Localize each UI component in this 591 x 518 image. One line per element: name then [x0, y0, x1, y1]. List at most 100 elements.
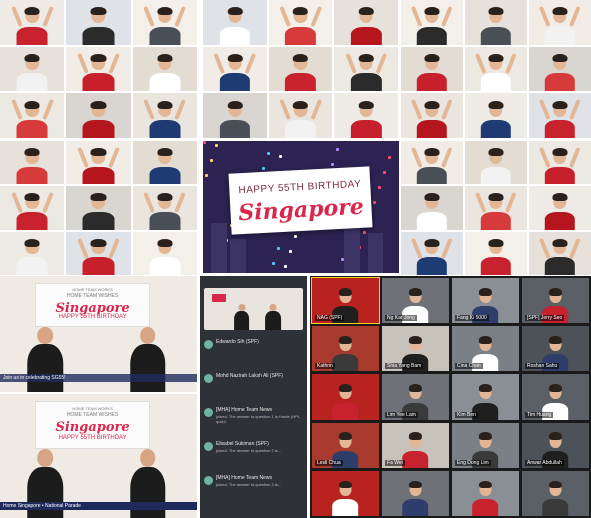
arm-shape: [441, 99, 453, 121]
hair-shape: [339, 287, 352, 296]
hair-shape: [479, 480, 492, 489]
video-tile: [132, 231, 197, 275]
screen-small-text: HOME TEAM WORKS: [72, 406, 113, 412]
shirt-shape: [332, 354, 359, 372]
presenter-body: [27, 466, 64, 518]
hair-shape: [488, 148, 504, 157]
shirt-shape: [417, 119, 447, 138]
video-tile: [529, 46, 591, 92]
shirt-shape: [472, 498, 499, 516]
hair-shape: [409, 287, 422, 296]
lower-third-bar: Home Singapore • National Parade: [0, 502, 197, 510]
participant-tile[interactable]: [SPF] Jerry Seo: [522, 278, 589, 324]
participant-tile[interactable]: Kathrin: [312, 326, 379, 372]
participant-figure: [329, 381, 363, 420]
confetti-shape: [210, 159, 213, 162]
participant-tile[interactable]: [312, 374, 379, 420]
shirt-shape: [545, 119, 575, 138]
shirt-shape: [82, 212, 115, 230]
arm-shape: [411, 99, 423, 121]
participant-name: NAG (SPF): [315, 315, 345, 322]
birthday-banner: HAPPY 55TH BIRTHDAY Singapore: [203, 141, 399, 273]
participant-figure: [413, 50, 451, 92]
presenter-head: [139, 327, 156, 344]
participant-tile[interactable]: [452, 470, 519, 516]
participant-name: Ng Kar Jong: [385, 315, 417, 322]
hair-shape: [157, 193, 173, 202]
participant-tile[interactable]: Fang Ki 5000: [452, 278, 519, 324]
participant-figure: [143, 4, 187, 45]
confetti-shape: [279, 155, 282, 158]
participant-name: Fang Ki 5000: [455, 315, 489, 322]
video-tile: [132, 93, 197, 138]
participant-tile[interactable]: Cina Chan: [452, 326, 519, 372]
video-tile: [66, 93, 131, 138]
hair-shape: [157, 53, 173, 63]
hair-shape: [339, 480, 352, 489]
participant-tile[interactable]: Lim Yee Lam: [382, 374, 449, 420]
collage-panel-middle-right: [401, 141, 591, 275]
hair-shape: [488, 238, 504, 247]
hair-shape: [339, 336, 352, 344]
arm-shape: [41, 6, 54, 28]
hair-shape: [409, 480, 422, 489]
hair-shape: [227, 100, 243, 109]
screen-line-text: HOME TEAM WISHES: [66, 412, 119, 419]
participant-tile[interactable]: Shia Yang Bam: [382, 326, 449, 372]
hair-shape: [227, 53, 243, 63]
participant-tile[interactable]: Lesli Chua: [312, 422, 379, 468]
shirt-shape: [481, 166, 511, 185]
participant-tile[interactable]: Ng Kar Jong: [382, 278, 449, 324]
confetti-shape: [363, 231, 366, 234]
confetti-shape: [383, 171, 386, 174]
arm-shape: [375, 52, 388, 75]
hair-shape: [549, 432, 562, 441]
presenter-body: [233, 310, 250, 330]
participant-tile[interactable]: Fa Wei: [382, 422, 449, 468]
hair-shape: [549, 336, 562, 344]
arm-shape: [411, 237, 423, 259]
avatar: [204, 374, 213, 383]
participant-tile[interactable]: [312, 470, 379, 516]
participant-tile[interactable]: Roshan Sahu: [522, 326, 589, 372]
participant-grid: NAG (SPF) Ng Kar Jong Fang Ki 5000 [SPF] Je…: [310, 276, 591, 518]
participant-tile[interactable]: [522, 470, 589, 516]
hair-shape: [549, 480, 562, 489]
arm-shape: [441, 6, 453, 28]
video-grid: [401, 0, 591, 138]
participant-tile[interactable]: Eng Dong Lim: [452, 422, 519, 468]
chat-author: [MHA] Home Team News: [216, 407, 273, 413]
presenter-left: [27, 327, 64, 392]
participant-figure: [281, 50, 320, 92]
video-tile: [401, 231, 463, 275]
participant-tile[interactable]: Tim Huang: [522, 374, 589, 420]
collage-panel-top-right: [401, 0, 591, 138]
presenter-head: [37, 327, 54, 344]
arm-shape: [174, 6, 187, 28]
video-tile: [465, 231, 527, 275]
participant-name: Fa Wei: [385, 459, 405, 466]
participant-tile[interactable]: Anwar Abdullah: [522, 422, 589, 468]
hair-shape: [157, 7, 173, 16]
hair-shape: [227, 7, 243, 16]
shirt-shape: [82, 26, 115, 45]
arm-shape: [41, 99, 54, 121]
shirt-shape: [332, 498, 359, 516]
shirt-shape: [481, 257, 511, 275]
arm-shape: [108, 146, 120, 168]
presenter-body: [130, 466, 166, 518]
shirt-shape: [545, 212, 575, 230]
shirt-shape: [219, 26, 251, 45]
participant-tile[interactable]: NAG (SPF): [311, 276, 380, 325]
broadcast-frame-bottom: HOME TEAM WORKS HOME TEAM WISHES Singapo…: [0, 394, 197, 518]
presenter-head: [37, 448, 54, 467]
participant-tile[interactable]: Kim Ben: [452, 374, 519, 420]
confetti-shape: [373, 201, 376, 204]
participant-tile[interactable]: [382, 470, 449, 516]
confetti-shape: [331, 163, 334, 166]
participant-figure: [411, 235, 453, 275]
participant-figure: [77, 50, 120, 92]
collage-panel-middle-left: [0, 141, 197, 275]
shirt-shape: [16, 119, 48, 138]
arm-shape: [344, 52, 357, 75]
